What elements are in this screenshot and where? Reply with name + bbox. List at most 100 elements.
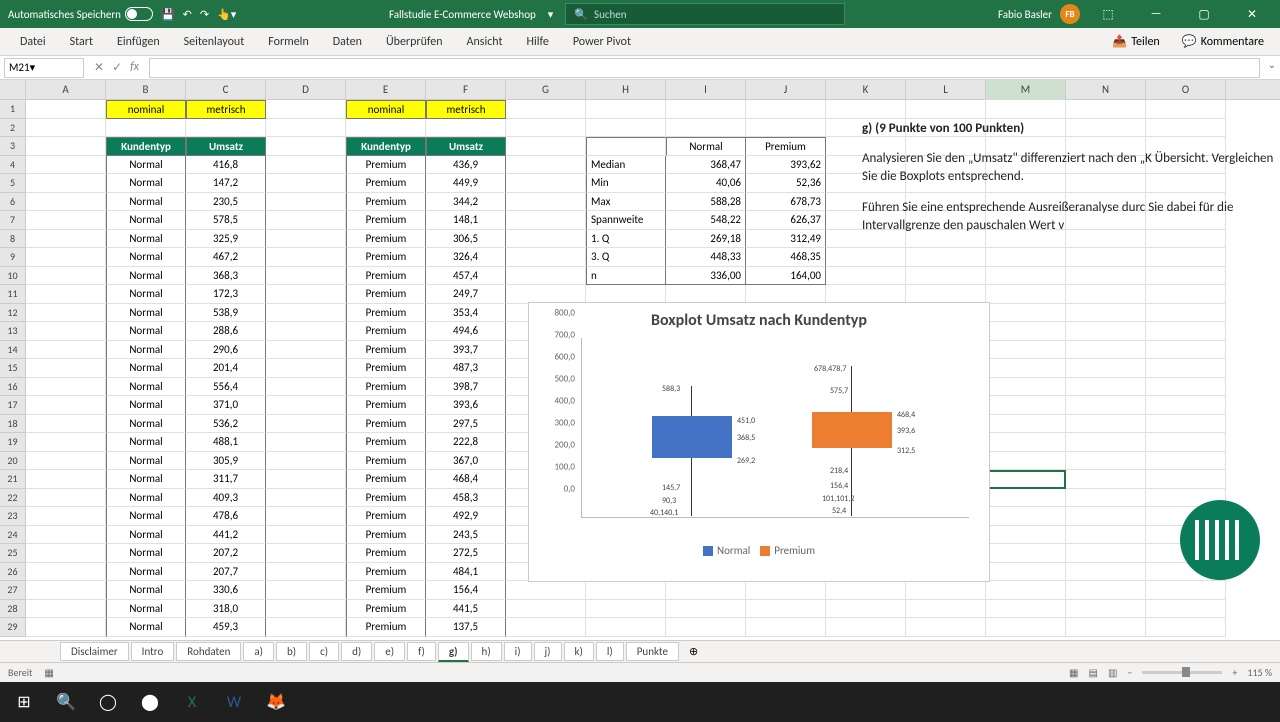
cell[interactable]: Normal [106, 304, 186, 323]
row-header[interactable]: 6 [0, 193, 26, 212]
cell[interactable] [1066, 322, 1146, 341]
cell[interactable]: 147,2 [186, 174, 266, 193]
col-header-M[interactable]: M [986, 80, 1066, 100]
share-button[interactable]: 📤 Teilen [1104, 32, 1168, 51]
cell[interactable] [986, 581, 1066, 600]
cell[interactable] [986, 285, 1066, 304]
cell[interactable] [1146, 285, 1226, 304]
sheet-tab[interactable]: Punkte [626, 642, 679, 661]
close-icon[interactable]: ✕ [1232, 0, 1272, 28]
cell[interactable]: Premium [346, 193, 426, 212]
cell[interactable] [26, 341, 106, 360]
cell[interactable]: 318,0 [186, 600, 266, 619]
cell[interactable] [1066, 100, 1146, 119]
sheet-tab[interactable]: Intro [131, 642, 175, 661]
cell[interactable] [906, 581, 986, 600]
cell[interactable] [1066, 248, 1146, 267]
cell[interactable] [986, 267, 1066, 286]
cell[interactable] [986, 544, 1066, 563]
cell[interactable] [586, 100, 666, 119]
obs-icon[interactable]: ⬤ [130, 682, 170, 722]
cell[interactable]: 288,6 [186, 322, 266, 341]
tab-start[interactable]: Start [58, 28, 105, 55]
cell[interactable] [1146, 600, 1226, 619]
fx-icon[interactable]: fx [130, 60, 139, 75]
cell[interactable]: 448,33 [666, 248, 746, 267]
cell[interactable] [266, 174, 346, 193]
cell[interactable]: 588,28 [666, 193, 746, 212]
cell[interactable] [26, 248, 106, 267]
sheet-tab[interactable]: Rohdaten [176, 642, 241, 661]
tab-seitenlayout[interactable]: Seitenlayout [172, 28, 257, 55]
cell[interactable] [586, 285, 666, 304]
cell[interactable] [266, 119, 346, 138]
cell[interactable] [266, 600, 346, 619]
cell[interactable] [746, 100, 826, 119]
cell[interactable] [266, 581, 346, 600]
cell[interactable] [266, 137, 346, 156]
cell[interactable] [1146, 433, 1226, 452]
cell[interactable]: Kundentyp [106, 137, 186, 156]
cell[interactable]: 457,4 [426, 267, 506, 286]
search-taskbar-icon[interactable]: 🔍 [46, 682, 86, 722]
cell[interactable] [346, 119, 426, 138]
cell[interactable] [986, 489, 1066, 508]
row-header[interactable]: 26 [0, 563, 26, 582]
cell[interactable]: 416,8 [186, 156, 266, 175]
row-header[interactable]: 15 [0, 359, 26, 378]
cell[interactable] [1066, 581, 1146, 600]
cell[interactable] [506, 193, 586, 212]
cell[interactable]: 312,49 [746, 230, 826, 249]
cell[interactable]: 353,4 [426, 304, 506, 323]
row-header[interactable]: 22 [0, 489, 26, 508]
select-all-corner[interactable] [0, 80, 26, 99]
cell[interactable]: Normal [106, 174, 186, 193]
cell[interactable] [986, 618, 1066, 637]
cell[interactable]: 1. Q [586, 230, 666, 249]
cell[interactable] [986, 100, 1066, 119]
view-normal-icon[interactable]: ▦ [1069, 666, 1078, 679]
col-header-B[interactable]: B [106, 80, 186, 100]
cell[interactable] [906, 285, 986, 304]
row-header[interactable]: 12 [0, 304, 26, 323]
col-header-G[interactable]: G [506, 80, 586, 100]
cell[interactable]: 494,6 [426, 322, 506, 341]
cell[interactable]: 249,7 [426, 285, 506, 304]
cell[interactable]: Normal [106, 600, 186, 619]
col-header-E[interactable]: E [346, 80, 426, 100]
cell[interactable]: 441,2 [186, 526, 266, 545]
cell[interactable]: 207,7 [186, 563, 266, 582]
cell[interactable] [986, 341, 1066, 360]
cell[interactable] [906, 100, 986, 119]
cell[interactable] [1146, 248, 1226, 267]
maximize-icon[interactable]: ▢ [1184, 0, 1224, 28]
cell[interactable]: 393,7 [426, 341, 506, 360]
cell[interactable]: 330,6 [186, 581, 266, 600]
cell[interactable]: Premium [346, 415, 426, 434]
row-header[interactable]: 9 [0, 248, 26, 267]
cell[interactable] [1066, 341, 1146, 360]
cell[interactable] [906, 248, 986, 267]
zoom-slider[interactable] [1142, 671, 1222, 674]
cell[interactable]: 306,5 [426, 230, 506, 249]
cell[interactable]: 478,6 [186, 507, 266, 526]
cell[interactable]: 367,0 [426, 452, 506, 471]
cell[interactable]: Premium [346, 211, 426, 230]
search-box[interactable]: 🔍 Suchen [565, 3, 845, 25]
row-header[interactable]: 13 [0, 322, 26, 341]
record-macro-icon[interactable]: ▦ [44, 666, 53, 679]
cell[interactable]: Normal [106, 211, 186, 230]
cell[interactable] [506, 581, 586, 600]
cell[interactable]: 230,5 [186, 193, 266, 212]
toggle-icon[interactable] [125, 7, 153, 21]
start-icon[interactable]: ⊞ [4, 682, 44, 722]
row-header[interactable]: 1 [0, 100, 26, 119]
cell[interactable]: Premium [346, 322, 426, 341]
firefox-taskbar-icon[interactable]: 🦊 [256, 682, 296, 722]
cell[interactable] [826, 600, 906, 619]
cell[interactable]: Premium [346, 507, 426, 526]
cell[interactable]: metrisch [186, 100, 266, 119]
cell[interactable]: 336,00 [666, 267, 746, 286]
boxplot-chart[interactable]: Boxplot Umsatz nach Kundentyp 0,0100,020… [528, 302, 990, 582]
cell[interactable] [826, 100, 906, 119]
